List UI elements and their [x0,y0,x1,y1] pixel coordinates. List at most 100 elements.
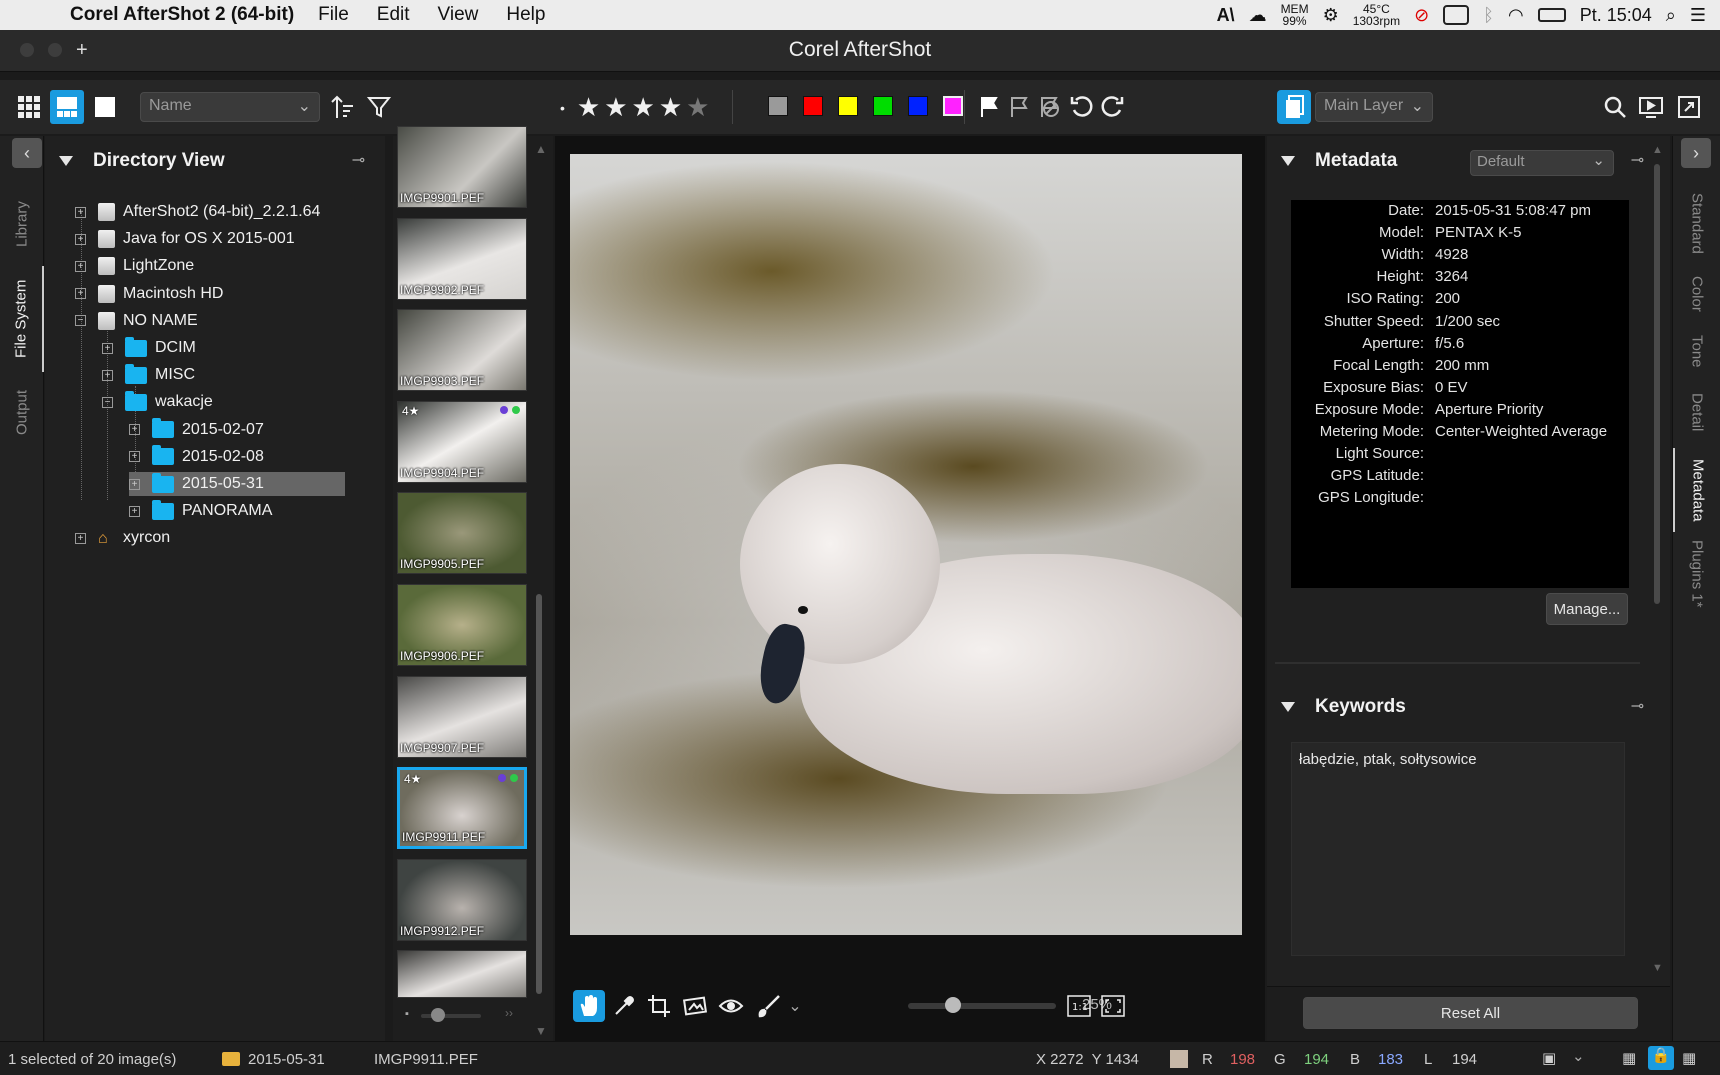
tab-color[interactable]: Color [1673,268,1720,320]
rotate-left-icon[interactable] [1067,92,1097,122]
tab-tone[interactable]: Tone [1673,326,1720,376]
menu-view[interactable]: View [438,4,479,26]
expand-icon[interactable]: + [75,260,86,272]
pin-icon[interactable]: ⊸ [1631,150,1644,170]
filmstrip-view-icon[interactable] [50,90,84,124]
chevron-down-icon[interactable]: ⌄ [786,990,804,1022]
tree-item[interactable]: + MISC [102,363,195,387]
thumb-size-slider[interactable]: ▪ ›› [405,1006,523,1026]
compare-icon[interactable]: ▦ [1622,1049,1636,1067]
red-eye-icon[interactable] [715,990,747,1022]
timemachine-icon[interactable]: ⊘ [1414,5,1429,26]
rating-star-icon[interactable]: ★ [632,92,655,123]
expand-icon[interactable]: + [129,478,140,490]
flag-unflag-icon[interactable] [1004,92,1034,122]
tree-item[interactable]: + Java for OS X 2015-001 [75,227,295,251]
filmstrip-thumbnail[interactable]: IMGP9912.PEF [397,858,527,941]
tab-plugins[interactable]: Plugins 1* [1673,534,1720,614]
expand-icon[interactable]: + [129,424,140,436]
collapse-right-icon[interactable]: › [1681,138,1711,168]
tree-item[interactable]: + AfterShot2 (64-bit)_2.2.1.64 [75,200,320,224]
tab-detail[interactable]: Detail [1673,382,1720,442]
keywords-field[interactable]: łabędzie, ptak, sołtysowice [1291,742,1625,956]
right-panel-scrollbar[interactable]: ▲ ▼ [1650,144,1664,974]
crop-icon[interactable] [643,990,675,1022]
zoom-1to1-icon[interactable]: 1:1 [1062,990,1096,1022]
plugin-status-icon[interactable]: ▣ [1542,1049,1556,1067]
tree-item[interactable]: + ⌂ xyrcon [75,526,170,550]
color-label-swatch[interactable] [943,96,963,116]
filmstrip-thumbnail[interactable]: IMGP9903.PEF [397,309,527,392]
scroll-up-icon[interactable]: ▲ [1652,144,1663,156]
expand-icon[interactable]: + [102,369,113,381]
straighten-icon[interactable] [679,990,711,1022]
flag-pick-icon[interactable] [974,92,1004,122]
zoom-slider[interactable] [908,1003,1056,1009]
keywords-header[interactable]: Keywords ⊸ [1267,692,1670,722]
tab-library[interactable]: Library [0,184,44,264]
spotlight-icon[interactable]: ⌕ [1666,5,1676,26]
scrollbar-thumb[interactable] [536,594,542,994]
memory-status[interactable]: MEM 99% [1281,3,1309,27]
tree-item[interactable]: + Macintosh HD [75,282,223,306]
menu-edit[interactable]: Edit [377,4,410,26]
filmstrip-thumbnail[interactable]: 4★ IMGP9904.PEF [397,400,527,483]
cygnet-photo[interactable] [570,154,1242,935]
filter-icon[interactable] [364,92,394,122]
expand-icon[interactable]: + [129,451,140,463]
reset-all-button[interactable]: Reset All [1303,997,1638,1029]
menu-help[interactable]: Help [506,4,545,26]
filmstrip-thumbnail[interactable]: IMGP9907.PEF [397,675,527,758]
tree-item[interactable]: − wakacje [102,390,213,414]
color-label-swatch[interactable] [908,96,928,116]
zoom-fit-icon[interactable] [1097,990,1129,1022]
scrollbar-thumb[interactable] [1654,164,1660,604]
collapse-triangle-icon[interactable] [59,156,73,166]
chevron-down-icon[interactable]: ⌄ [1572,1047,1585,1065]
thumb-size-knob[interactable] [431,1008,445,1022]
pin-icon[interactable]: ⊸ [352,150,365,170]
rating-star-icon[interactable]: ★ [604,92,627,123]
tab-file-system[interactable]: File System [0,266,44,372]
filmstrip-scrollbar[interactable]: ▲ ▼ [534,142,547,1038]
collapse-icon[interactable]: − [102,396,113,408]
collapse-icon[interactable]: − [75,315,86,327]
tab-metadata[interactable]: Metadata [1673,448,1720,532]
battery-icon[interactable] [1537,8,1566,22]
memory-chip-icon[interactable] [1443,5,1470,25]
tree-item[interactable]: +2015-05-31 [129,472,345,496]
hand-tool-icon[interactable] [573,990,605,1022]
wifi-icon[interactable]: ◠ [1508,5,1524,26]
rating-star-icon[interactable]: ★ [686,92,709,123]
flag-reject-icon[interactable] [1034,92,1064,122]
expand-icon[interactable]: + [75,288,86,300]
expand-icon[interactable]: + [75,233,86,245]
directory-header[interactable]: Directory View ⊸ [45,146,385,176]
filmstrip-thumbnail[interactable]: IMGP9905.PEF [397,492,527,575]
collapse-triangle-icon[interactable] [1281,156,1295,166]
filmstrip-thumbnail[interactable]: 4★ IMGP9911.PEF [397,767,527,850]
color-label-swatch[interactable] [838,96,858,116]
menu-file[interactable]: File [318,4,349,26]
filmstrip-thumbnail[interactable]: IMGP9901.PEF [397,126,527,208]
tree-item[interactable]: + DCIM [102,336,196,360]
layer-select[interactable]: Main Layer ⌄ [1315,92,1433,122]
sort-order-icon[interactable] [327,92,357,122]
tab-standard[interactable]: Standard [1673,178,1720,268]
tree-item[interactable]: + PANORAMA [129,499,272,523]
notification-center-icon[interactable]: ☰ [1690,5,1706,26]
scroll-down-icon[interactable]: ▼ [1652,962,1663,974]
metadata-preset-select[interactable]: Default ⌄ [1470,150,1614,176]
filmstrip-thumbnail[interactable] [397,950,527,999]
tree-item[interactable]: +2015-02-08 [129,445,264,469]
collapse-triangle-icon[interactable] [1281,702,1295,712]
tab-output[interactable]: Output [0,372,44,452]
single-view-icon[interactable] [90,92,120,122]
sort-select[interactable]: Name ⌄ [140,92,320,122]
slideshow-icon[interactable] [1636,92,1666,122]
rotate-right-icon[interactable] [1097,92,1127,122]
expand-icon[interactable]: + [75,532,86,544]
expand-icon[interactable]: + [129,505,140,517]
filmstrip-thumbnail[interactable]: IMGP9906.PEF [397,584,527,666]
tree-item[interactable]: + LightZone [75,254,194,278]
